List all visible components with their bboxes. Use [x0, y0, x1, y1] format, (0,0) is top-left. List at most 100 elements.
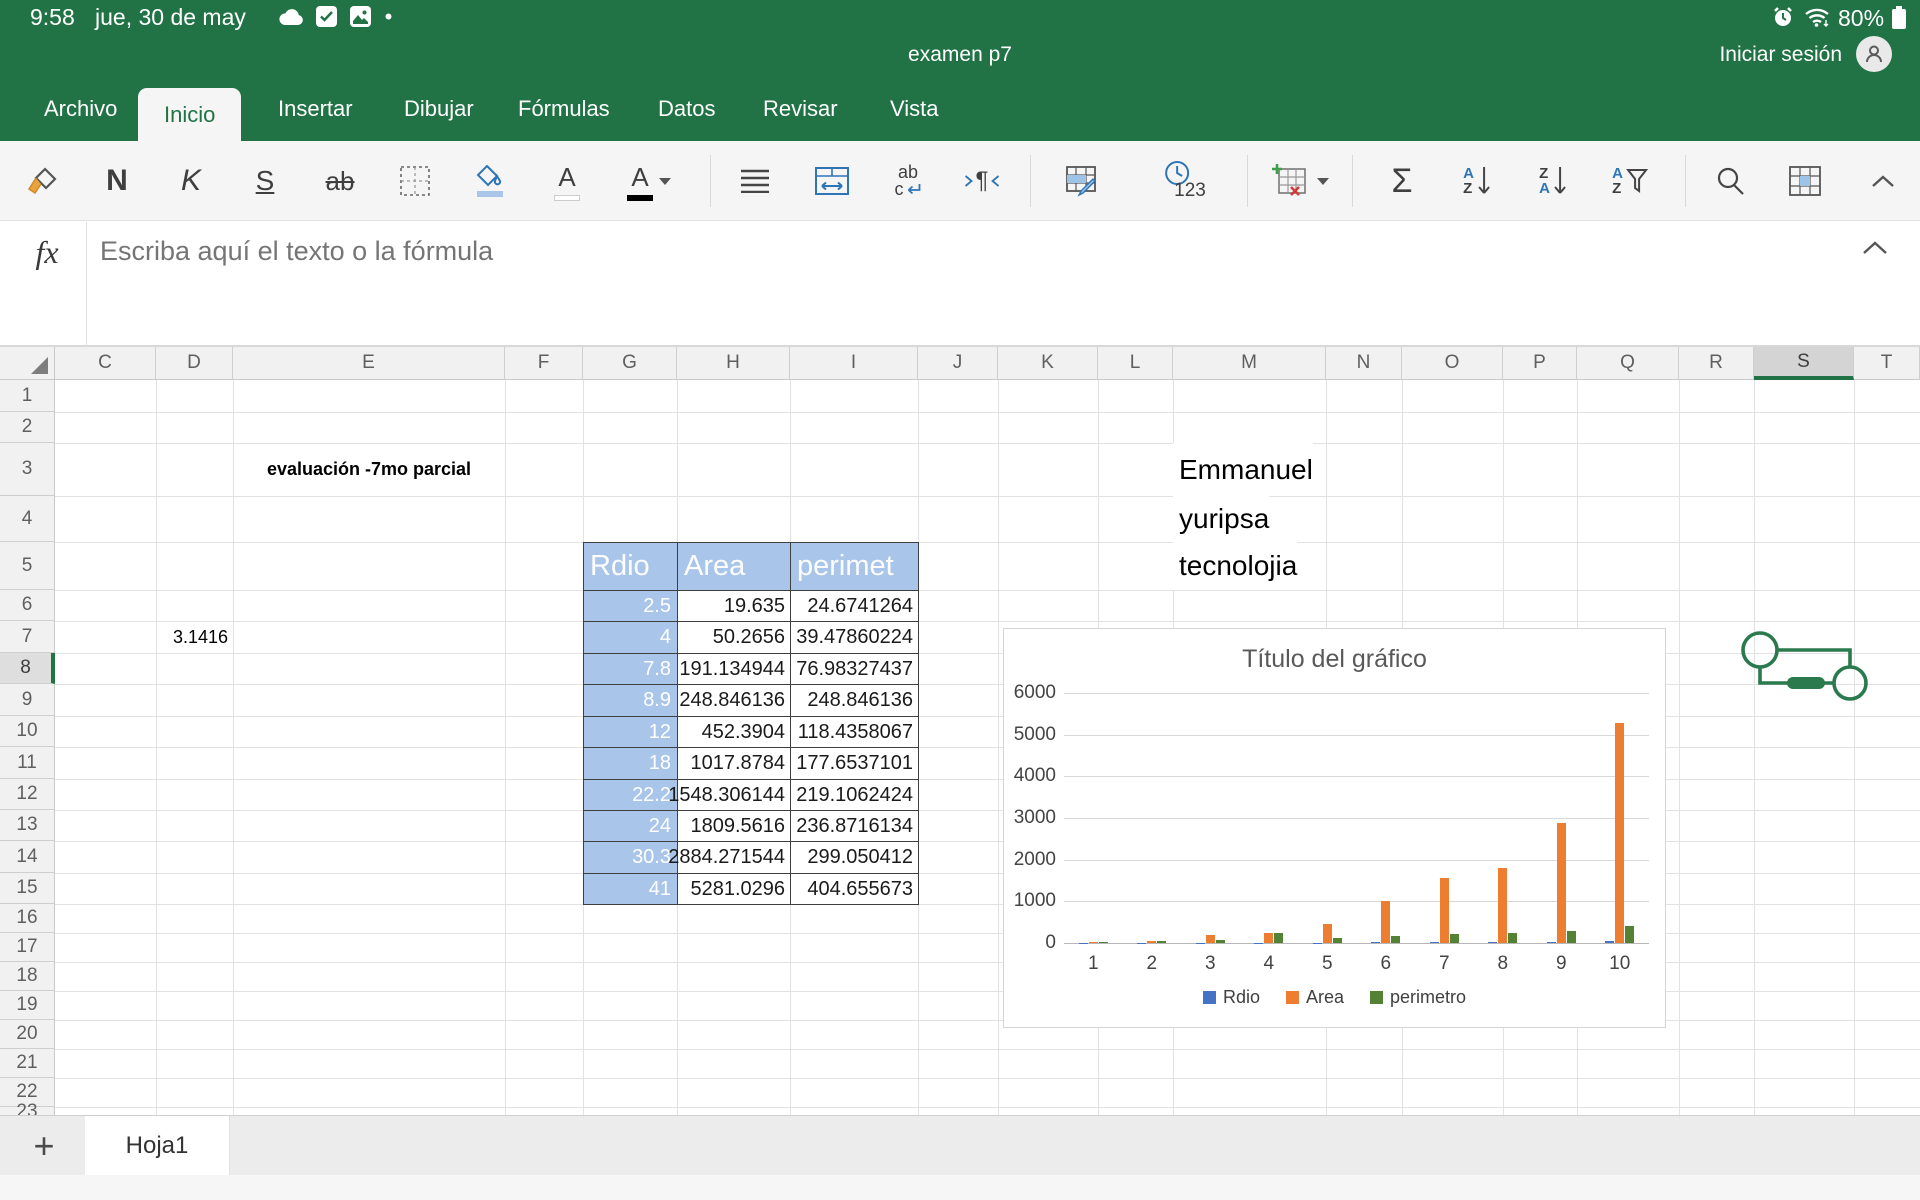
row-header-9[interactable]: 9	[0, 684, 55, 716]
row-header-5[interactable]: 5	[0, 542, 55, 590]
column-header-D[interactable]: D	[156, 347, 233, 380]
tab-revisar[interactable]: Revisar	[737, 76, 864, 141]
row-header-4[interactable]: 4	[0, 496, 55, 542]
row-header-10[interactable]: 10	[0, 716, 55, 747]
table-cell-r2c0[interactable]: 7.8	[583, 653, 678, 685]
column-header-F[interactable]: F	[505, 347, 583, 380]
table-cell-r6c2[interactable]: 219.1062424	[790, 779, 919, 811]
cell-M4[interactable]: yuripsa	[1173, 496, 1269, 542]
table-cell-r8c2[interactable]: 299.050412	[790, 841, 919, 874]
column-header-T[interactable]: T	[1854, 347, 1920, 380]
strikethrough-button[interactable]: ab	[326, 141, 355, 221]
table-cell-r1c1[interactable]: 50.2656	[677, 621, 791, 654]
freeze-panes-button[interactable]	[1788, 141, 1822, 221]
table-cell-r3c1[interactable]: 248.846136	[677, 684, 791, 717]
sheet-tab-hoja1[interactable]: Hoja1	[85, 1116, 230, 1176]
font-color-button[interactable]: A	[627, 141, 671, 221]
table-cell-r5c1[interactable]: 1017.8784	[677, 747, 791, 780]
cell-D7[interactable]: 3.1416	[156, 621, 233, 653]
column-header-H[interactable]: H	[677, 347, 790, 380]
table-cell-r1c2[interactable]: 39.47860224	[790, 621, 919, 654]
italic-button[interactable]: K	[181, 141, 201, 221]
underline-button[interactable]: S	[256, 141, 275, 221]
column-header-E[interactable]: E	[233, 347, 505, 380]
tab-insertar[interactable]: Insertar	[252, 76, 379, 141]
number-format-button[interactable]: 123	[1164, 141, 1206, 221]
embedded-chart[interactable]: Título del gráfico 010002000300040005000…	[1003, 628, 1666, 1028]
borders-button[interactable]	[399, 141, 431, 221]
table-header-0[interactable]: Rdio	[583, 542, 678, 591]
table-cell-r9c0[interactable]: 41	[583, 873, 678, 905]
fill-color-button[interactable]	[475, 141, 505, 221]
tab-archivo[interactable]: Archivo	[18, 76, 143, 141]
table-cell-r7c0[interactable]: 24	[583, 810, 678, 842]
format-as-table-button[interactable]	[1065, 141, 1099, 221]
row-header-6[interactable]: 6	[0, 590, 55, 621]
table-cell-r2c2[interactable]: 76.98327437	[790, 653, 919, 685]
cell-M5[interactable]: tecnolojia	[1173, 542, 1297, 590]
table-cell-r3c2[interactable]: 248.846136	[790, 684, 919, 717]
table-cell-r0c1[interactable]: 19.635	[677, 590, 791, 622]
row-header-23[interactable]: 23	[0, 1107, 55, 1115]
table-cell-r0c0[interactable]: 2.5	[583, 590, 678, 622]
row-header-19[interactable]: 19	[0, 991, 55, 1020]
cell-E3[interactable]: evaluación -7mo parcial	[233, 443, 505, 496]
table-cell-r7c2[interactable]: 236.8716134	[790, 810, 919, 842]
format-painter-icon[interactable]	[25, 141, 61, 221]
text-direction-button[interactable]: ¶	[965, 141, 1000, 221]
table-cell-r1c0[interactable]: 4	[583, 621, 678, 654]
row-header-14[interactable]: 14	[0, 841, 55, 873]
column-header-S[interactable]: S	[1754, 347, 1854, 380]
column-header-P[interactable]: P	[1503, 347, 1577, 380]
column-header-R[interactable]: R	[1679, 347, 1754, 380]
column-header-K[interactable]: K	[998, 347, 1098, 380]
table-cell-r8c0[interactable]: 30.3	[583, 841, 678, 874]
tab-formulas[interactable]: Fórmulas	[492, 76, 636, 141]
sort-ascending-button[interactable]: AZ	[1463, 141, 1491, 221]
row-header-21[interactable]: 21	[0, 1049, 55, 1078]
filter-button[interactable]: AZ	[1612, 141, 1648, 221]
tab-dibujar[interactable]: Dibujar	[378, 76, 500, 141]
column-header-G[interactable]: G	[583, 347, 677, 380]
collapse-toolbar-chevron-icon[interactable]	[1871, 141, 1895, 221]
column-header-Q[interactable]: Q	[1577, 347, 1679, 380]
table-header-2[interactable]: perimet	[790, 542, 919, 591]
table-cell-r8c1[interactable]: 2884.271544	[677, 841, 791, 874]
table-cell-r5c2[interactable]: 177.6537101	[790, 747, 919, 780]
row-header-12[interactable]: 12	[0, 779, 55, 810]
bold-button[interactable]: N	[106, 141, 128, 221]
formula-input[interactable]: Escriba aquí el texto o la fórmula	[100, 236, 1800, 267]
table-cell-r0c2[interactable]: 24.6741264	[790, 590, 919, 622]
row-header-2[interactable]: 2	[0, 412, 55, 443]
alignment-button[interactable]	[740, 141, 770, 221]
row-header-20[interactable]: 20	[0, 1020, 55, 1049]
table-cell-r9c2[interactable]: 404.655673	[790, 873, 919, 905]
row-header-1[interactable]: 1	[0, 380, 55, 412]
row-header-17[interactable]: 17	[0, 933, 55, 962]
row-header-16[interactable]: 16	[0, 904, 55, 933]
table-cell-r9c1[interactable]: 5281.0296	[677, 873, 791, 905]
tab-inicio[interactable]: Inicio	[138, 88, 241, 141]
font-color-white-button[interactable]: A	[554, 141, 580, 221]
tab-datos[interactable]: Datos	[632, 76, 741, 141]
wrap-text-button[interactable]: ab c	[895, 141, 922, 221]
column-header-I[interactable]: I	[790, 347, 918, 380]
row-header-18[interactable]: 18	[0, 962, 55, 991]
column-header-M[interactable]: M	[1173, 347, 1326, 380]
sign-in-button[interactable]: Iniciar sesión	[1719, 43, 1842, 67]
cell-M3[interactable]: Emmanuel	[1173, 443, 1313, 496]
table-cell-r6c0[interactable]: 22.2	[583, 779, 678, 811]
connector-shape[interactable]	[1735, 625, 1885, 720]
account-avatar[interactable]	[1856, 36, 1892, 72]
add-sheet-button[interactable]: +	[18, 1116, 70, 1176]
table-cell-r4c1[interactable]: 452.3904	[677, 716, 791, 748]
table-cell-r4c0[interactable]: 12	[583, 716, 678, 748]
column-header-N[interactable]: N	[1326, 347, 1402, 380]
collapse-formula-bar-chevron-icon[interactable]	[1862, 240, 1888, 255]
column-header-L[interactable]: L	[1098, 347, 1173, 380]
row-header-13[interactable]: 13	[0, 810, 55, 841]
insert-delete-cells-button[interactable]	[1271, 141, 1329, 221]
table-cell-r7c1[interactable]: 1809.5616	[677, 810, 791, 842]
table-cell-r6c1[interactable]: 1548.306144	[677, 779, 791, 811]
column-header-C[interactable]: C	[55, 347, 156, 380]
